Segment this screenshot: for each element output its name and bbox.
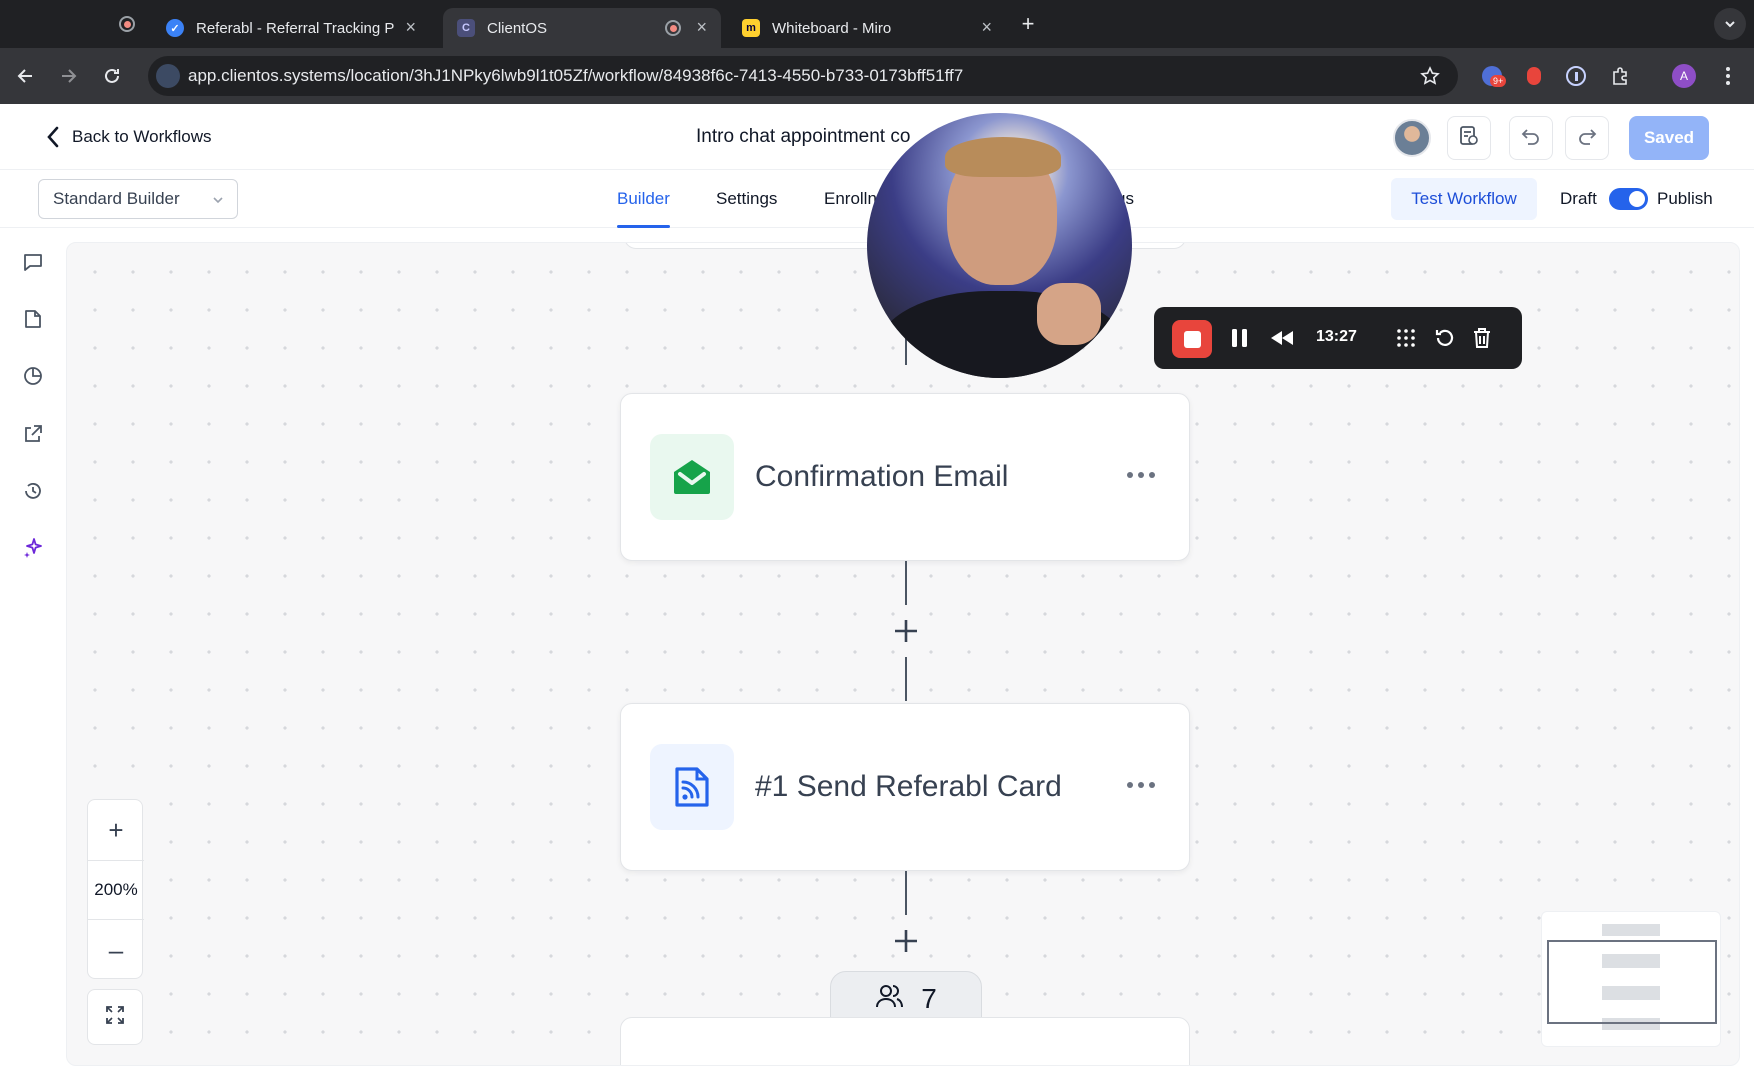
- zoom-level: 200%: [88, 860, 144, 920]
- redo-button[interactable]: [1565, 116, 1609, 160]
- expand-icon: [104, 1004, 126, 1031]
- saved-button[interactable]: Saved: [1629, 116, 1709, 160]
- zoom-in-button[interactable]: +: [88, 800, 144, 860]
- screen-recorder-controls: 13:27: [1154, 307, 1522, 369]
- builder-select-value: Standard Builder: [53, 189, 180, 208]
- tab-recording-icon: [665, 20, 681, 36]
- extension-icon[interactable]: 9+: [1476, 60, 1508, 92]
- rss-document-icon: [650, 744, 734, 830]
- browser-tab-clientos[interactable]: C ClientOS ×: [443, 8, 721, 48]
- tab-title: ClientOS: [487, 19, 548, 37]
- address-bar[interactable]: app.clientos.systems/location/3hJ1NPky6l…: [148, 56, 1458, 96]
- comments-icon[interactable]: [17, 246, 49, 278]
- publish-label: Publish: [1657, 189, 1713, 208]
- browser-menu-icon[interactable]: [1712, 60, 1744, 92]
- draft-label: Draft: [1560, 189, 1597, 208]
- zoom-out-button[interactable]: –: [88, 920, 144, 980]
- forward-nav-button[interactable]: [52, 60, 84, 92]
- notes-icon[interactable]: [17, 303, 49, 335]
- workflow-node-send-referabl-card[interactable]: #1 Send Referabl Card: [620, 703, 1190, 871]
- recording-timer: 13:27: [1316, 328, 1357, 345]
- workflow-title[interactable]: Intro chat appointment co: [696, 126, 910, 148]
- tab-title: Whiteboard - Miro: [772, 19, 892, 37]
- webcam-person-hand: [1037, 283, 1101, 345]
- grid-dots-icon[interactable]: [1392, 324, 1420, 352]
- close-tab-icon[interactable]: ×: [405, 18, 416, 36]
- redo-icon: [1576, 125, 1598, 152]
- tab-enrollment[interactable]: Enrolln: [824, 189, 877, 209]
- tab-settings[interactable]: Settings: [716, 189, 777, 209]
- recorder-extension-icon[interactable]: [1518, 60, 1550, 92]
- stats-pie-icon[interactable]: [17, 360, 49, 392]
- extension-badge: 9+: [1490, 75, 1507, 87]
- back-label: Back to Workflows: [72, 127, 212, 146]
- canvas-minimap[interactable]: [1541, 911, 1721, 1047]
- builder-type-select[interactable]: Standard Builder: [38, 179, 238, 219]
- profile-avatar-icon[interactable]: A: [1668, 60, 1700, 92]
- workflow-log-button[interactable]: [1447, 116, 1491, 160]
- profile-initial: A: [1672, 64, 1696, 88]
- users-icon: [875, 983, 904, 1016]
- stop-recording-button[interactable]: [1172, 320, 1212, 358]
- rewind-icon[interactable]: [1268, 324, 1296, 352]
- node-more-icon[interactable]: [1127, 472, 1155, 478]
- add-step-button[interactable]: [890, 925, 922, 957]
- user-avatar[interactable]: [1393, 119, 1431, 157]
- zoom-controls: + 200% –: [87, 799, 144, 980]
- trash-icon[interactable]: [1468, 324, 1496, 352]
- new-tab-button[interactable]: +: [1012, 8, 1044, 40]
- browser-tab-miro[interactable]: m Whiteboard - Miro ×: [728, 8, 1006, 48]
- history-icon[interactable]: [17, 475, 49, 507]
- tab-search-button[interactable]: [1714, 8, 1746, 40]
- close-tab-icon[interactable]: ×: [696, 18, 707, 36]
- reload-button[interactable]: [96, 60, 128, 92]
- back-nav-button[interactable]: [10, 60, 42, 92]
- webcam-person-hair: [945, 137, 1061, 177]
- add-step-button[interactable]: [890, 615, 922, 647]
- undo-button[interactable]: [1509, 116, 1553, 160]
- browser-toolbar: app.clientos.systems/location/3hJ1NPky6l…: [0, 48, 1754, 104]
- clientos-icon: C: [457, 19, 475, 37]
- url-text: app.clientos.systems/location/3hJ1NPky6l…: [188, 66, 964, 85]
- node-label: #1 Send Referabl Card: [755, 770, 1062, 803]
- referabl-icon: ✓: [166, 19, 184, 37]
- connector-line: [905, 561, 907, 605]
- connector-line: [905, 871, 907, 915]
- workflow-node-confirmation-email[interactable]: Confirmation Email: [620, 393, 1190, 561]
- chevron-down-icon: [211, 192, 225, 212]
- back-to-workflows-link[interactable]: Back to Workflows: [46, 126, 212, 148]
- test-workflow-button[interactable]: Test Workflow: [1391, 178, 1537, 220]
- password-manager-icon[interactable]: [1560, 60, 1592, 92]
- tab-title: Referabl - Referral Tracking P: [196, 19, 395, 37]
- browser-tab-strip: ✓ Referabl - Referral Tracking P × C Cli…: [0, 0, 1754, 48]
- miro-icon: m: [742, 19, 760, 37]
- bookmark-star-icon[interactable]: [1414, 60, 1446, 92]
- enrolled-count: 7: [921, 983, 937, 1014]
- fit-to-screen-button[interactable]: [87, 989, 143, 1045]
- envelope-open-icon: [650, 434, 734, 520]
- close-tab-icon[interactable]: ×: [981, 18, 992, 36]
- minimap-viewport[interactable]: [1547, 940, 1717, 1024]
- next-node-edge: [620, 1017, 1190, 1065]
- workflow-header: Back to Workflows Intro chat appointment…: [0, 104, 1754, 170]
- pause-icon[interactable]: [1226, 324, 1254, 352]
- extensions-puzzle-icon[interactable]: [1604, 60, 1636, 92]
- publish-toggle[interactable]: [1609, 188, 1648, 210]
- node-label: Confirmation Email: [755, 460, 1009, 493]
- left-tool-rail: [0, 228, 66, 1080]
- restart-icon[interactable]: [1430, 324, 1458, 352]
- document-clock-icon: [1458, 125, 1480, 152]
- ai-sparkle-icon[interactable]: [17, 532, 49, 564]
- recording-indicator-icon: [111, 8, 143, 40]
- minimap-node: [1602, 924, 1660, 936]
- external-link-icon[interactable]: [17, 418, 49, 450]
- undo-icon: [1520, 125, 1542, 152]
- node-more-icon[interactable]: [1127, 782, 1155, 788]
- site-info-icon[interactable]: [156, 64, 180, 88]
- connector-line: [905, 657, 907, 701]
- webcam-bubble[interactable]: [867, 113, 1132, 378]
- browser-tab-referabl[interactable]: ✓ Referabl - Referral Tracking P ×: [152, 8, 430, 48]
- tab-builder[interactable]: Builder: [617, 189, 670, 228]
- chevron-left-icon: [46, 126, 60, 148]
